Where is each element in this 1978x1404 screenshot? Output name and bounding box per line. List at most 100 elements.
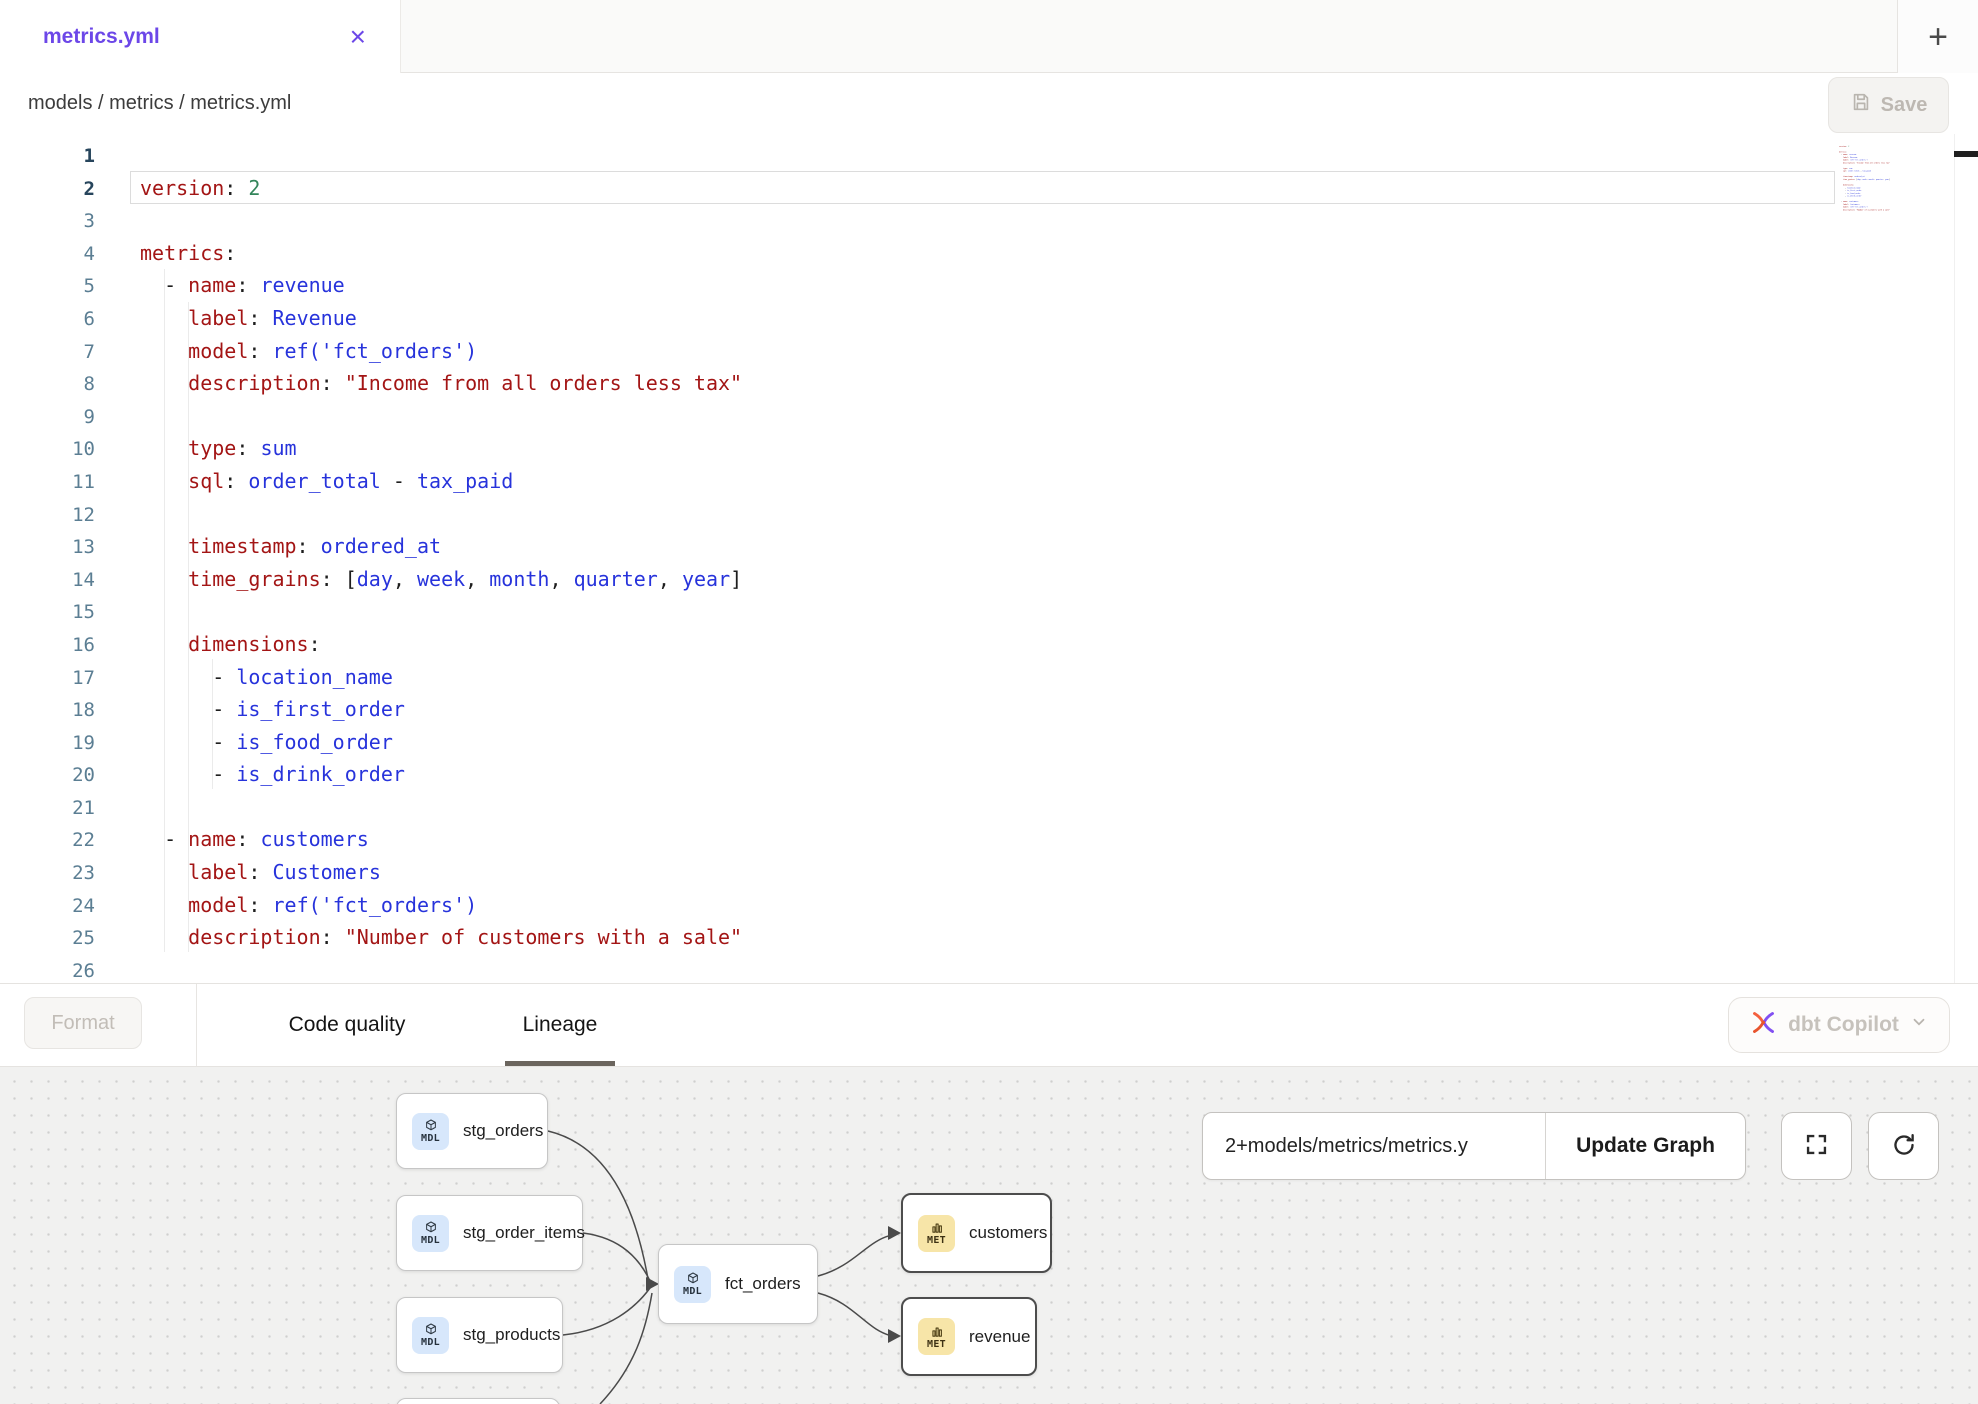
line-number: 14	[0, 564, 95, 597]
code-line-15[interactable]: 15	[0, 595, 1978, 628]
line-number: 5	[0, 270, 95, 303]
lineage-node-fct_orders[interactable]: MDL fct_orders	[658, 1244, 818, 1324]
save-label: Save	[1881, 94, 1928, 117]
overview-ruler	[1954, 134, 1978, 983]
code-line-12[interactable]: 12	[0, 498, 1978, 531]
code-line-18[interactable]: 18 - is_first_order	[0, 693, 1978, 726]
cube-icon: MDL	[412, 1215, 449, 1252]
line-number: 2	[0, 173, 95, 206]
lineage-node-stg_order_items[interactable]: MDL stg_order_items	[396, 1195, 583, 1271]
line-number: 18	[0, 694, 95, 727]
code-line-20[interactable]: 20 - is_drink_order	[0, 758, 1978, 791]
line-number: 9	[0, 401, 95, 434]
code-lines[interactable]: 12version: 234metrics:5 - name: revenue6…	[0, 134, 1978, 983]
code-line-4[interactable]: 4metrics:	[0, 237, 1978, 270]
code-line-13[interactable]: 13 timestamp: ordered_at	[0, 530, 1978, 563]
tab-metrics-yml[interactable]: metrics.yml ×	[0, 0, 401, 73]
line-number: 16	[0, 629, 95, 662]
tabbar-empty-space	[401, 0, 1897, 73]
update-graph-button[interactable]: Update Graph	[1546, 1113, 1745, 1179]
dbt-copilot-icon	[1750, 1009, 1777, 1042]
lineage-node-offscreen-node[interactable]: MDL	[396, 1398, 560, 1404]
code-line-11[interactable]: 11 sql: order_total - tax_paid	[0, 465, 1978, 498]
save-button[interactable]: Save	[1828, 77, 1949, 133]
tab-strip: metrics.yml × +	[0, 0, 1978, 73]
lineage-node-stg_products[interactable]: MDL stg_products	[396, 1297, 563, 1373]
line-number: 22	[0, 824, 95, 857]
bar-chart-icon: MET	[918, 1318, 955, 1355]
file-header-row: models / metrics / metrics.yml Save	[0, 73, 1978, 134]
line-number: 12	[0, 499, 95, 532]
code-line-22[interactable]: 22 - name: customers	[0, 823, 1978, 856]
format-button[interactable]: Format	[24, 997, 142, 1049]
code-line-19[interactable]: 19 - is_food_order	[0, 726, 1978, 759]
code-line-16[interactable]: 16 dimensions:	[0, 628, 1978, 661]
refresh-icon	[1890, 1131, 1918, 1162]
dbt-copilot-button[interactable]: dbt Copilot	[1728, 997, 1950, 1053]
code-line-26[interactable]: 26	[0, 954, 1978, 983]
ruler-cursor-mark	[1954, 151, 1978, 157]
code-line-6[interactable]: 6 label: Revenue	[0, 302, 1978, 335]
tab-title: metrics.yml	[43, 25, 160, 49]
lineage-canvas[interactable]: MDL stg_orders MDL stg_order_items MDL stg_pr…	[0, 1067, 1978, 1404]
new-tab-button[interactable]: +	[1897, 0, 1978, 73]
cube-icon: MDL	[412, 1113, 449, 1150]
code-line-7[interactable]: 7 model: ref('fct_orders')	[0, 335, 1978, 368]
tab-code-quality[interactable]: Code quality	[262, 984, 432, 1066]
minimap-code: version: 2metrics: - name: revenue label…	[1839, 142, 1953, 214]
lineage-node-customers[interactable]: MET customers	[901, 1193, 1052, 1273]
lineage-filter-box: Update Graph	[1202, 1112, 1746, 1180]
node-label: customers	[969, 1223, 1047, 1243]
node-label: stg_order_items	[463, 1223, 585, 1243]
cube-icon: MDL	[412, 1317, 449, 1354]
code-line-23[interactable]: 23 label: Customers	[0, 856, 1978, 889]
line-number: 25	[0, 922, 95, 955]
code-line-8[interactable]: 8 description: "Income from all orders l…	[0, 367, 1978, 400]
code-line-3[interactable]: 3	[0, 204, 1978, 237]
code-line-25[interactable]: 25 description: "Number of customers wit…	[0, 921, 1978, 954]
code-editor[interactable]: 12version: 234metrics:5 - name: revenue6…	[0, 134, 1978, 983]
node-label: revenue	[969, 1327, 1030, 1347]
code-line-1[interactable]: 1	[0, 139, 1978, 172]
line-number: 11	[0, 466, 95, 499]
line-number: 26	[0, 955, 95, 983]
lineage-node-revenue[interactable]: MET revenue	[901, 1297, 1037, 1376]
refresh-button[interactable]	[1868, 1112, 1939, 1180]
cube-icon: MDL	[674, 1266, 711, 1303]
code-line-24[interactable]: 24 model: ref('fct_orders')	[0, 889, 1978, 922]
code-line-14[interactable]: 14 time_grains: [day, week, month, quart…	[0, 563, 1978, 596]
fullscreen-icon	[1803, 1131, 1830, 1161]
bar-chart-icon: MET	[918, 1215, 955, 1252]
breadcrumb: models / metrics / metrics.yml	[0, 92, 291, 115]
line-number: 6	[0, 303, 95, 336]
line-number: 10	[0, 433, 95, 466]
line-number: 15	[0, 596, 95, 629]
code-line-10[interactable]: 10 type: sum	[0, 432, 1978, 465]
node-label: stg_orders	[463, 1121, 543, 1141]
line-number: 7	[0, 336, 95, 369]
line-number: 23	[0, 857, 95, 890]
editor-toolbar: Format Code quality Lineage dbt Copilot	[0, 983, 1978, 1067]
code-line-9[interactable]: 9	[0, 400, 1978, 433]
line-number: 1	[0, 140, 95, 173]
node-label: stg_products	[463, 1325, 560, 1345]
dbt-copilot-label: dbt Copilot	[1788, 1013, 1899, 1037]
lineage-filter-input[interactable]	[1203, 1113, 1545, 1179]
line-number: 24	[0, 890, 95, 923]
chevron-down-icon	[1910, 1013, 1928, 1037]
fullscreen-button[interactable]	[1781, 1112, 1852, 1180]
code-line-5[interactable]: 5 - name: revenue	[0, 269, 1978, 302]
line-number: 3	[0, 205, 95, 238]
code-line-21[interactable]: 21	[0, 791, 1978, 824]
line-number: 21	[0, 792, 95, 825]
close-icon[interactable]: ×	[350, 23, 366, 51]
code-line-17[interactable]: 17 - location_name	[0, 661, 1978, 694]
minimap[interactable]: version: 2metrics: - name: revenue label…	[1839, 142, 1953, 282]
line-number: 17	[0, 662, 95, 695]
toolbar-divider	[196, 984, 197, 1066]
code-line-2[interactable]: 2version: 2	[0, 172, 1978, 205]
line-number: 4	[0, 238, 95, 271]
node-label: fct_orders	[725, 1274, 801, 1294]
lineage-node-stg_orders[interactable]: MDL stg_orders	[396, 1093, 548, 1169]
tab-lineage[interactable]: Lineage	[487, 984, 633, 1066]
